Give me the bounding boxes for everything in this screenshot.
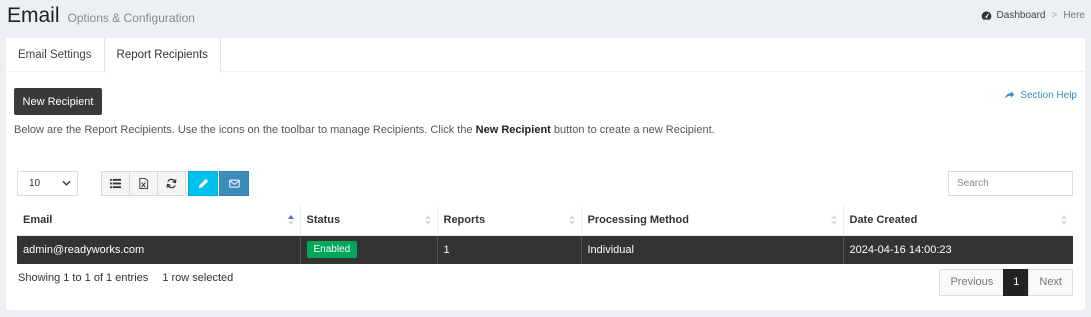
table-header-row: Email Status Reports Processing Method D… <box>17 205 1073 236</box>
content-box: Email Settings Report Recipients New Rec… <box>6 38 1085 310</box>
tab-email-settings[interactable]: Email Settings <box>6 38 104 72</box>
breadcrumb-current: Here <box>1063 10 1085 21</box>
section-help-label: Section Help <box>1020 90 1077 101</box>
pencil-icon <box>198 178 208 189</box>
cell-status: Enabled <box>300 235 438 264</box>
recipients-table: Email Status Reports Processing Method D… <box>17 205 1073 264</box>
sort-icon <box>568 215 575 225</box>
share-arrow-icon <box>1005 91 1015 99</box>
previous-page-button[interactable]: Previous <box>939 269 1005 296</box>
status-badge: Enabled <box>306 241 358 259</box>
description-bold-text: New Recipient <box>475 124 551 136</box>
page-header: Email Options & Configuration <box>7 4 195 32</box>
breadcrumb: Dashboard > Here <box>981 10 1085 21</box>
table-row[interactable]: admin@readyworks.com Enabled 1 Individua… <box>17 235 1073 264</box>
new-recipient-button[interactable]: New Recipient <box>14 88 102 115</box>
page-length-select[interactable]: 10 <box>17 171 78 196</box>
column-header-processing-method[interactable]: Processing Method <box>581 205 844 236</box>
sort-icon <box>830 215 837 225</box>
table-info: Showing 1 to 1 of 1 entries 1 row select… <box>18 272 233 284</box>
cell-processing-method: Individual <box>581 235 844 264</box>
refresh-icon <box>166 178 177 189</box>
cell-date-created: 2024-04-16 14:00:23 <box>843 235 1073 264</box>
cell-email: admin@readyworks.com <box>17 235 301 264</box>
page-title: Email <box>7 4 60 27</box>
breadcrumb-separator: > <box>1051 10 1058 21</box>
list-icon <box>110 178 121 189</box>
tab-bar: Email Settings Report Recipients <box>6 38 1085 73</box>
table-toolbar <box>101 171 249 196</box>
search-input[interactable] <box>948 171 1073 196</box>
dashboard-icon <box>981 11 991 20</box>
next-page-button[interactable]: Next <box>1028 269 1073 296</box>
column-header-email[interactable]: Email <box>17 205 301 236</box>
section-help-link[interactable]: Section Help <box>1004 90 1077 101</box>
column-visibility-button[interactable] <box>101 171 130 196</box>
sort-icon <box>1061 215 1067 225</box>
pagination: Previous 1 Next <box>939 269 1073 296</box>
page-length-value: 10 <box>29 178 41 189</box>
column-label: Processing Method <box>587 213 689 226</box>
breadcrumb-dashboard-link[interactable]: Dashboard <box>997 10 1046 21</box>
selection-info: 1 row selected <box>162 272 234 284</box>
page-description: Below are the Report Recipients. Use the… <box>14 124 715 136</box>
column-header-reports[interactable]: Reports <box>437 205 582 236</box>
entries-info: Showing 1 to 1 of 1 entries <box>18 272 149 284</box>
sort-ascending-icon <box>287 215 294 225</box>
chevron-down-icon <box>62 180 71 186</box>
description-text-end: button to create a new Recipient. <box>550 124 715 136</box>
page-subtitle: Options & Configuration <box>67 11 195 25</box>
column-header-date-created[interactable]: Date Created <box>843 205 1073 236</box>
description-text-start: Below are the Report Recipients. Use the… <box>14 124 476 136</box>
column-label: Status <box>306 213 341 226</box>
column-header-status[interactable]: Status <box>300 205 438 236</box>
sort-icon <box>424 215 431 225</box>
column-label: Date Created <box>849 213 918 226</box>
email-button[interactable] <box>219 171 249 196</box>
cell-reports: 1 <box>437 235 582 264</box>
refresh-button[interactable] <box>157 171 186 196</box>
page-1-button[interactable]: 1 <box>1003 269 1030 296</box>
excel-export-icon <box>139 178 149 189</box>
edit-button[interactable] <box>188 171 218 196</box>
export-excel-button[interactable] <box>129 171 158 196</box>
tab-report-recipients[interactable]: Report Recipients <box>103 38 221 73</box>
column-label: Email <box>23 213 53 226</box>
column-label: Reports <box>443 213 486 226</box>
envelope-icon <box>228 179 240 188</box>
